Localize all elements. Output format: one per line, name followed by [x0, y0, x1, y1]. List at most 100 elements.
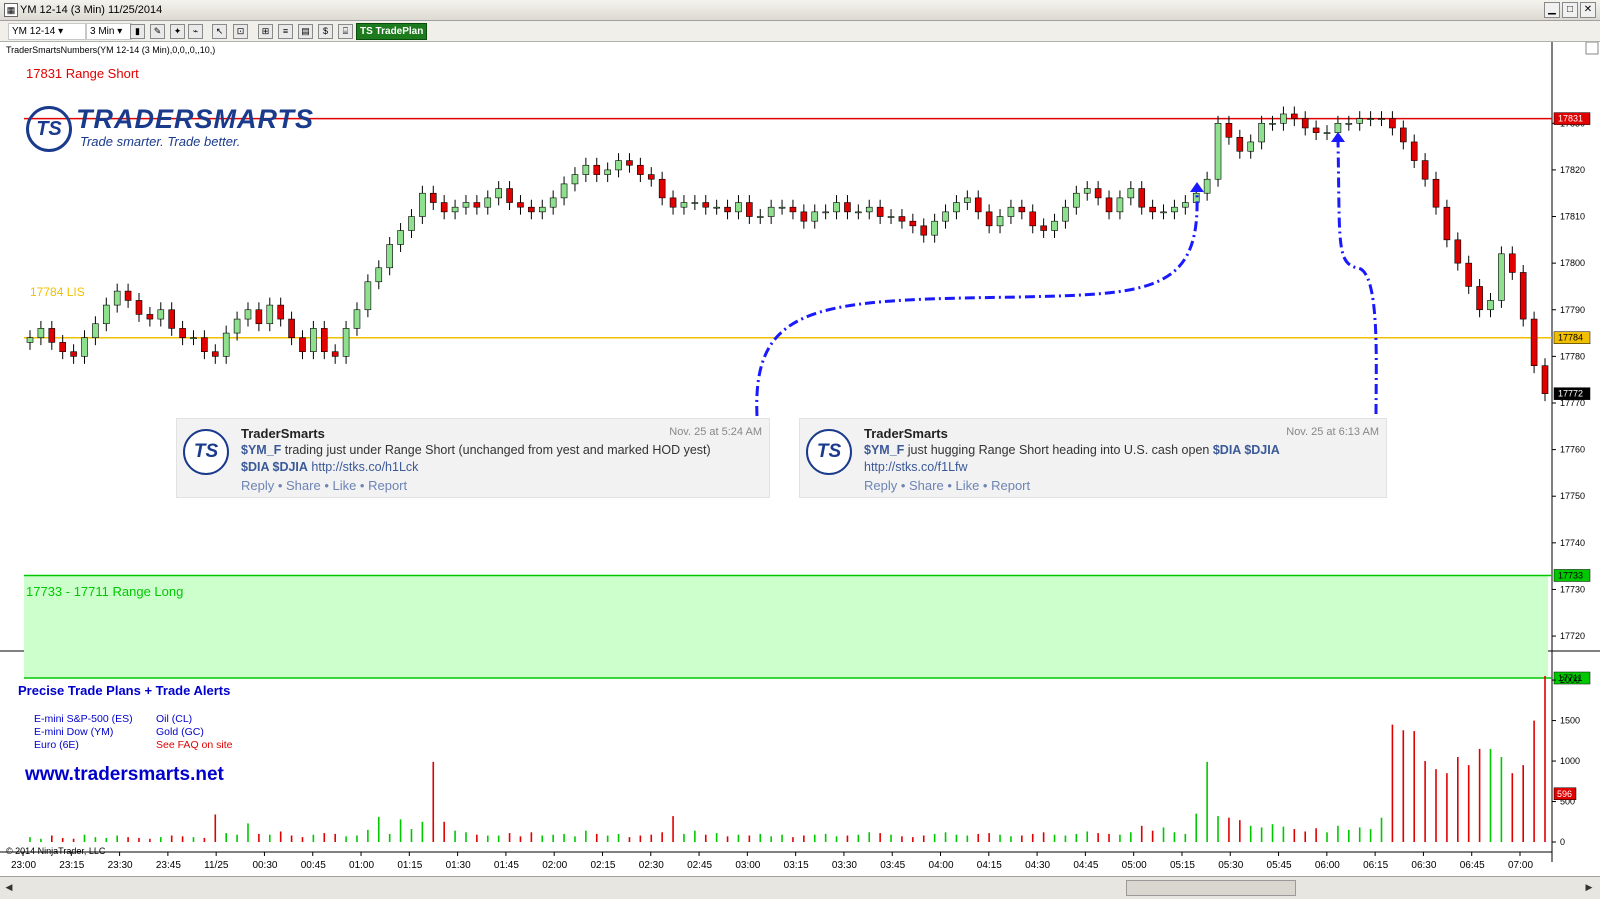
candle [1519, 272, 1527, 320]
candle [855, 211, 862, 214]
candle [1476, 286, 1483, 311]
properties-icon[interactable]: ⌸ [338, 24, 353, 39]
x-tick-label: 02:00 [542, 860, 567, 871]
candle [233, 318, 241, 334]
tweet-link[interactable]: http://stks.co/h1Lck [311, 460, 418, 474]
candle [898, 216, 906, 222]
ticker-tags[interactable]: $DIA $DJIA [1213, 443, 1280, 457]
x-tick-label: 23:15 [59, 860, 84, 871]
brush-icon[interactable]: ⌁ [188, 24, 203, 39]
tweet-link[interactable]: http://stks.co/f1Lfw [864, 460, 968, 474]
x-tick-label: 04:45 [1073, 860, 1098, 871]
candle [244, 309, 252, 320]
window-controls: ▁ □ ✕ [1544, 2, 1596, 18]
strategies-icon[interactable]: ≡ [278, 24, 293, 39]
candle [528, 206, 535, 213]
candle [909, 220, 917, 227]
horizontal-scrollbar[interactable]: ◀ ▶ [0, 876, 1600, 899]
draw-icon[interactable]: ✎ [150, 24, 165, 39]
candle [1236, 136, 1244, 152]
candle [1301, 118, 1309, 129]
ticker-tag[interactable]: $YM_F [241, 443, 281, 457]
tradeplan-button[interactable]: TS TradePlan [356, 23, 428, 40]
tweet-author: TraderSmarts [241, 426, 325, 441]
candle [179, 328, 186, 339]
zoom-icon[interactable]: ⊡ [233, 24, 248, 39]
candle [124, 290, 132, 301]
candle [604, 169, 611, 175]
candle [800, 211, 808, 222]
tweet-author: TraderSmarts [864, 426, 948, 441]
candle [1367, 118, 1374, 120]
candle [70, 351, 77, 357]
y-tick-label: 17790 [1560, 305, 1585, 315]
candle [1509, 253, 1516, 273]
candle [767, 206, 775, 217]
candle [778, 206, 786, 209]
tweet-text: $YM_F just hugging Range Short heading i… [864, 443, 1280, 457]
instrument-select[interactable]: YM 12-14 ▾ [8, 23, 86, 40]
tweet-actions[interactable]: Reply • Share • Like • Report [864, 478, 1030, 493]
pointer-icon[interactable]: ↖ [212, 24, 227, 39]
candle [1410, 141, 1418, 161]
indicators-icon[interactable]: ⊞ [258, 24, 273, 39]
close-button[interactable]: ✕ [1580, 2, 1596, 18]
scrollbar-thumb[interactable] [1126, 880, 1296, 896]
x-tick-label: 04:30 [1025, 860, 1050, 871]
x-tick-label: 06:45 [1460, 860, 1485, 871]
candle [647, 174, 655, 180]
candle [1062, 206, 1069, 222]
candle [495, 188, 502, 199]
candle [953, 202, 960, 213]
candle [1105, 197, 1113, 213]
indicator-label: TraderSmartsNumbers(YM 12-14 (3 Min),0,0… [6, 45, 216, 55]
candle [1018, 206, 1026, 213]
candle [942, 211, 949, 222]
candle [811, 211, 819, 222]
candle [1225, 122, 1233, 138]
candle [102, 304, 110, 325]
tweet-actions[interactable]: Reply • Share • Like • Report [241, 478, 407, 493]
ticker-tags[interactable]: $DIA $DJIA [241, 460, 308, 474]
promo-faq-link[interactable]: See FAQ on site [156, 739, 232, 751]
ticker-tag[interactable]: $YM_F [864, 443, 904, 457]
candle [1312, 127, 1320, 133]
candle [571, 174, 579, 185]
range-long-zone [24, 575, 1548, 679]
website-link[interactable]: www.tradersmarts.net [25, 764, 224, 786]
x-tick-label: 00:30 [252, 860, 277, 871]
panel-menu-icon[interactable] [1585, 42, 1599, 55]
pin-icon[interactable]: ✦ [170, 24, 185, 39]
x-tick-label: 05:00 [1122, 860, 1147, 871]
tweet-body: trading just under Range Short (unchange… [281, 443, 711, 457]
y-tick-label: 17720 [1560, 631, 1585, 641]
scroll-left-icon[interactable]: ◀ [2, 880, 16, 894]
candle [582, 164, 590, 175]
volume-last-text: 596 [1557, 789, 1572, 799]
tweet-links: $DIA $DJIA http://stks.co/h1Lck [241, 460, 418, 474]
candle [113, 290, 121, 306]
candle [724, 206, 731, 213]
interval-select[interactable]: 3 Min ▾ [86, 23, 132, 40]
minimize-button[interactable]: ▁ [1544, 2, 1560, 18]
y-tick-label: 17750 [1560, 491, 1585, 501]
candle [1280, 113, 1287, 124]
candle [255, 309, 263, 325]
scroll-right-icon[interactable]: ▶ [1582, 880, 1596, 894]
candle [81, 337, 88, 357]
dollar-icon[interactable]: $ [318, 24, 333, 39]
brand-name: TRADERSMARTS [76, 104, 315, 134]
mid-price-box-text: 17784 [1558, 333, 1583, 343]
candle [1389, 118, 1396, 129]
y-tick-label: 17780 [1560, 351, 1585, 361]
data-box-icon[interactable]: ▤ [298, 24, 313, 39]
candle [517, 202, 524, 208]
candle [1323, 132, 1331, 134]
candle [1182, 202, 1189, 208]
maximize-button[interactable]: □ [1562, 2, 1578, 18]
y-tick-label: 17740 [1560, 538, 1585, 548]
candle [429, 192, 437, 203]
title-bar: ▦ YM 12-14 (3 Min) 11/25/2014 ▁ □ ✕ [0, 0, 1600, 21]
chart-style-icon[interactable]: ▮ [130, 24, 145, 39]
mid-level-label: 17784 LIS [30, 285, 85, 299]
